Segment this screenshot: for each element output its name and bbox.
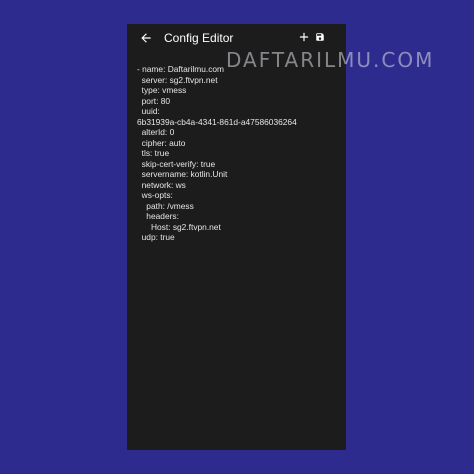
arrow-back-icon[interactable]: [139, 31, 153, 45]
add-icon[interactable]: [297, 30, 311, 44]
save-icon[interactable]: [315, 32, 325, 42]
app-screen: Config Editor - name: Daftarilmu.com ser…: [127, 24, 346, 450]
page-title: Config Editor: [164, 31, 234, 45]
watermark-text: DAFTARILMU.COM: [226, 48, 435, 72]
config-text-editor[interactable]: - name: Daftarilmu.com server: sg2.ftvpn…: [137, 64, 342, 434]
